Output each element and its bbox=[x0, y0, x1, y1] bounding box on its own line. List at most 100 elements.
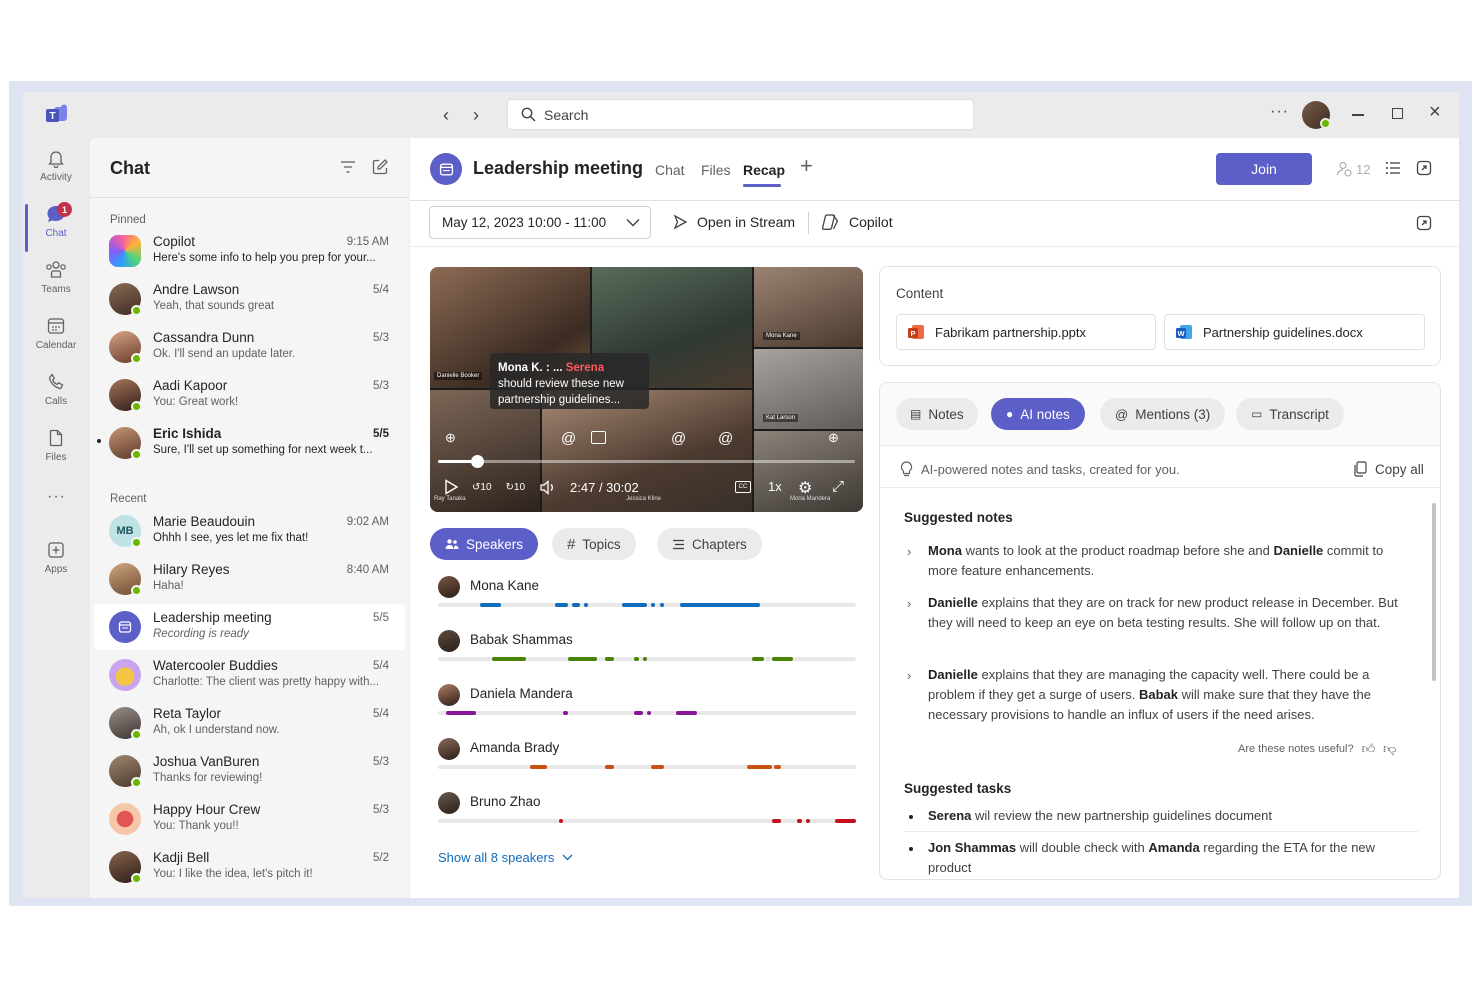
chat-item-cassandra-dunn[interactable]: Cassandra Dunn Ok. I'll send an update l… bbox=[94, 324, 405, 370]
back-arrow-icon[interactable]: ‹ bbox=[443, 105, 449, 126]
popout-icon[interactable] bbox=[1416, 160, 1432, 176]
expand-chevron-icon[interactable]: › bbox=[907, 596, 911, 611]
join-event-icon[interactable]: ⊕ bbox=[828, 430, 839, 446]
speaker-row[interactable]: Mona Kane bbox=[438, 576, 858, 620]
speaking-segment[interactable] bbox=[605, 657, 614, 661]
copilot-button[interactable]: Copilot bbox=[820, 213, 893, 231]
rewind-10-icon[interactable]: ↺10 bbox=[472, 482, 492, 493]
speaking-segment[interactable] bbox=[567, 657, 597, 661]
speaking-segment[interactable] bbox=[659, 603, 664, 607]
speaking-segment[interactable] bbox=[835, 819, 856, 823]
popout-icon[interactable] bbox=[1416, 215, 1432, 231]
file-chip-docx[interactable]: W Partnership guidelines.docx bbox=[1164, 314, 1425, 350]
chat-item-joshua-vanburen[interactable]: Joshua VanBuren Thanks for reviewing! 5/… bbox=[94, 748, 405, 794]
speakers-tab[interactable]: Speakers bbox=[430, 528, 539, 560]
chat-item-marie-beaudouin[interactable]: MB Marie Beaudouin Ohhh I see, yes let m… bbox=[94, 508, 405, 554]
speaker-timeline-track[interactable] bbox=[438, 657, 856, 661]
chat-item-happy-hour-crew[interactable]: Happy Hour Crew You: Thank you!! 5/3 bbox=[94, 796, 405, 842]
transcript-tab[interactable]: ▭ Transcript bbox=[1236, 398, 1344, 430]
speaking-segment[interactable] bbox=[772, 657, 794, 661]
scrollbar-thumb[interactable] bbox=[1432, 503, 1436, 681]
chapters-tab[interactable]: Chapters bbox=[657, 528, 762, 560]
file-chip-pptx[interactable]: P Fabrikam partnership.pptx bbox=[896, 314, 1156, 350]
chat-item-copilot[interactable]: Copilot Here's some info to help you pre… bbox=[94, 228, 405, 274]
show-all-speakers-link[interactable]: Show all 8 speakers bbox=[438, 850, 573, 865]
speaking-segment[interactable] bbox=[647, 711, 652, 715]
speaker-timeline-track[interactable] bbox=[438, 603, 856, 607]
speaking-segment[interactable] bbox=[571, 603, 581, 607]
tab-files[interactable]: Files bbox=[701, 162, 731, 178]
closed-captions-icon[interactable]: CC bbox=[735, 481, 751, 493]
thumbs-up-icon[interactable]: 👍︎ bbox=[1362, 741, 1376, 757]
search-input[interactable]: Search bbox=[507, 99, 974, 130]
speaking-segment[interactable] bbox=[621, 603, 647, 607]
speaking-segment[interactable] bbox=[751, 657, 765, 661]
chat-item-leadership-meeting[interactable]: Leadership meeting Recording is ready 5/… bbox=[94, 604, 405, 650]
speaking-segment[interactable] bbox=[651, 603, 656, 607]
new-chat-icon[interactable] bbox=[371, 158, 389, 176]
chat-item-aadi-kapoor[interactable]: Aadi Kapoor You: Great work! 5/3 bbox=[94, 372, 405, 418]
recording-video-player[interactable]: Danielle Booker Mona Kane Kat Larson Ray… bbox=[430, 267, 863, 512]
mentions-tab[interactable]: @ Mentions (3) bbox=[1100, 398, 1226, 430]
speaker-timeline-track[interactable] bbox=[438, 819, 856, 823]
rail-files[interactable]: Files bbox=[23, 418, 89, 472]
open-in-stream-button[interactable]: Open in Stream bbox=[672, 214, 795, 230]
chat-item-eric-ishida[interactable]: Eric Ishida Sure, I'll set up something … bbox=[94, 420, 405, 466]
speaker-row[interactable]: Daniela Mandera bbox=[438, 684, 858, 728]
screenshare-marker-icon[interactable] bbox=[591, 431, 606, 444]
speaking-segment[interactable] bbox=[492, 657, 526, 661]
speaking-segment[interactable] bbox=[555, 603, 568, 607]
topics-tab[interactable]: # Topics bbox=[552, 528, 636, 560]
list-icon[interactable] bbox=[1385, 161, 1401, 175]
video-progress-track[interactable] bbox=[438, 455, 855, 468]
play-icon[interactable] bbox=[444, 479, 458, 495]
mention-marker-icon[interactable]: @ bbox=[561, 430, 576, 447]
speaking-segment[interactable] bbox=[805, 819, 810, 823]
speaking-segment[interactable] bbox=[634, 711, 643, 715]
speaking-segment[interactable] bbox=[680, 603, 760, 607]
forward-10-icon[interactable]: ↻10 bbox=[506, 482, 526, 493]
add-tab-icon[interactable]: + bbox=[800, 153, 813, 179]
chat-item-kadji-bell[interactable]: Kadji Bell You: I like the idea, let's p… bbox=[94, 844, 405, 890]
thumbs-down-icon[interactable]: 👎︎ bbox=[1383, 741, 1396, 757]
volume-icon[interactable] bbox=[539, 479, 556, 495]
speaking-segment[interactable] bbox=[446, 711, 476, 715]
minimize-icon[interactable] bbox=[1352, 114, 1364, 116]
speaker-row[interactable]: Babak Shammas bbox=[438, 630, 858, 674]
chat-item-hilary-reyes[interactable]: Hilary Reyes Haha! 8:40 AM bbox=[94, 556, 405, 602]
expand-chevron-icon[interactable]: › bbox=[907, 668, 911, 683]
video-scrubber[interactable] bbox=[470, 455, 484, 468]
chat-item-reta-taylor[interactable]: Reta Taylor Ah, ok I understand now. 5/4 bbox=[94, 700, 405, 746]
date-range-dropdown[interactable]: May 12, 2023 10:00 - 11:00 bbox=[429, 206, 651, 239]
chat-item-watercooler-buddies[interactable]: Watercooler Buddies Charlotte: The clien… bbox=[94, 652, 405, 698]
rail-teams[interactable]: Teams bbox=[23, 250, 89, 304]
speaking-segment[interactable] bbox=[642, 657, 647, 661]
mention-marker-icon[interactable]: @ bbox=[671, 430, 686, 447]
speaking-segment[interactable] bbox=[563, 711, 568, 715]
speaking-segment[interactable] bbox=[651, 765, 664, 769]
join-button[interactable]: Join bbox=[1216, 153, 1312, 185]
chat-item-andre-lawson[interactable]: Andre Lawson Yeah, that sounds great 5/4 bbox=[94, 276, 405, 322]
speaking-segment[interactable] bbox=[747, 765, 773, 769]
speaking-segment[interactable] bbox=[676, 711, 698, 715]
rail-chat[interactable]: Chat bbox=[23, 194, 89, 248]
speaking-segment[interactable] bbox=[479, 603, 501, 607]
rail-activity[interactable]: Activity bbox=[23, 138, 89, 192]
speaking-segment[interactable] bbox=[797, 819, 802, 823]
speaker-timeline-track[interactable] bbox=[438, 711, 856, 715]
join-event-icon[interactable]: ⊕ bbox=[445, 430, 456, 446]
fullscreen-icon[interactable]: ⤢ bbox=[832, 478, 844, 495]
speaker-row[interactable]: Amanda Brady bbox=[438, 738, 858, 782]
speaking-segment[interactable] bbox=[774, 765, 781, 769]
ai-notes-tab[interactable]: ● AI notes bbox=[991, 398, 1085, 430]
tab-chat[interactable]: Chat bbox=[655, 162, 685, 178]
forward-arrow-icon[interactable]: › bbox=[473, 105, 479, 126]
more-apps-icon[interactable]: ··· bbox=[47, 488, 66, 506]
speaking-segment[interactable] bbox=[584, 603, 589, 607]
notes-tab[interactable]: ▤ Notes bbox=[896, 398, 978, 430]
speaking-segment[interactable] bbox=[529, 765, 547, 769]
expand-chevron-icon[interactable]: › bbox=[907, 544, 911, 559]
speaker-timeline-track[interactable] bbox=[438, 765, 856, 769]
rail-calendar[interactable]: Calendar bbox=[23, 306, 89, 360]
maximize-icon[interactable] bbox=[1392, 108, 1403, 119]
